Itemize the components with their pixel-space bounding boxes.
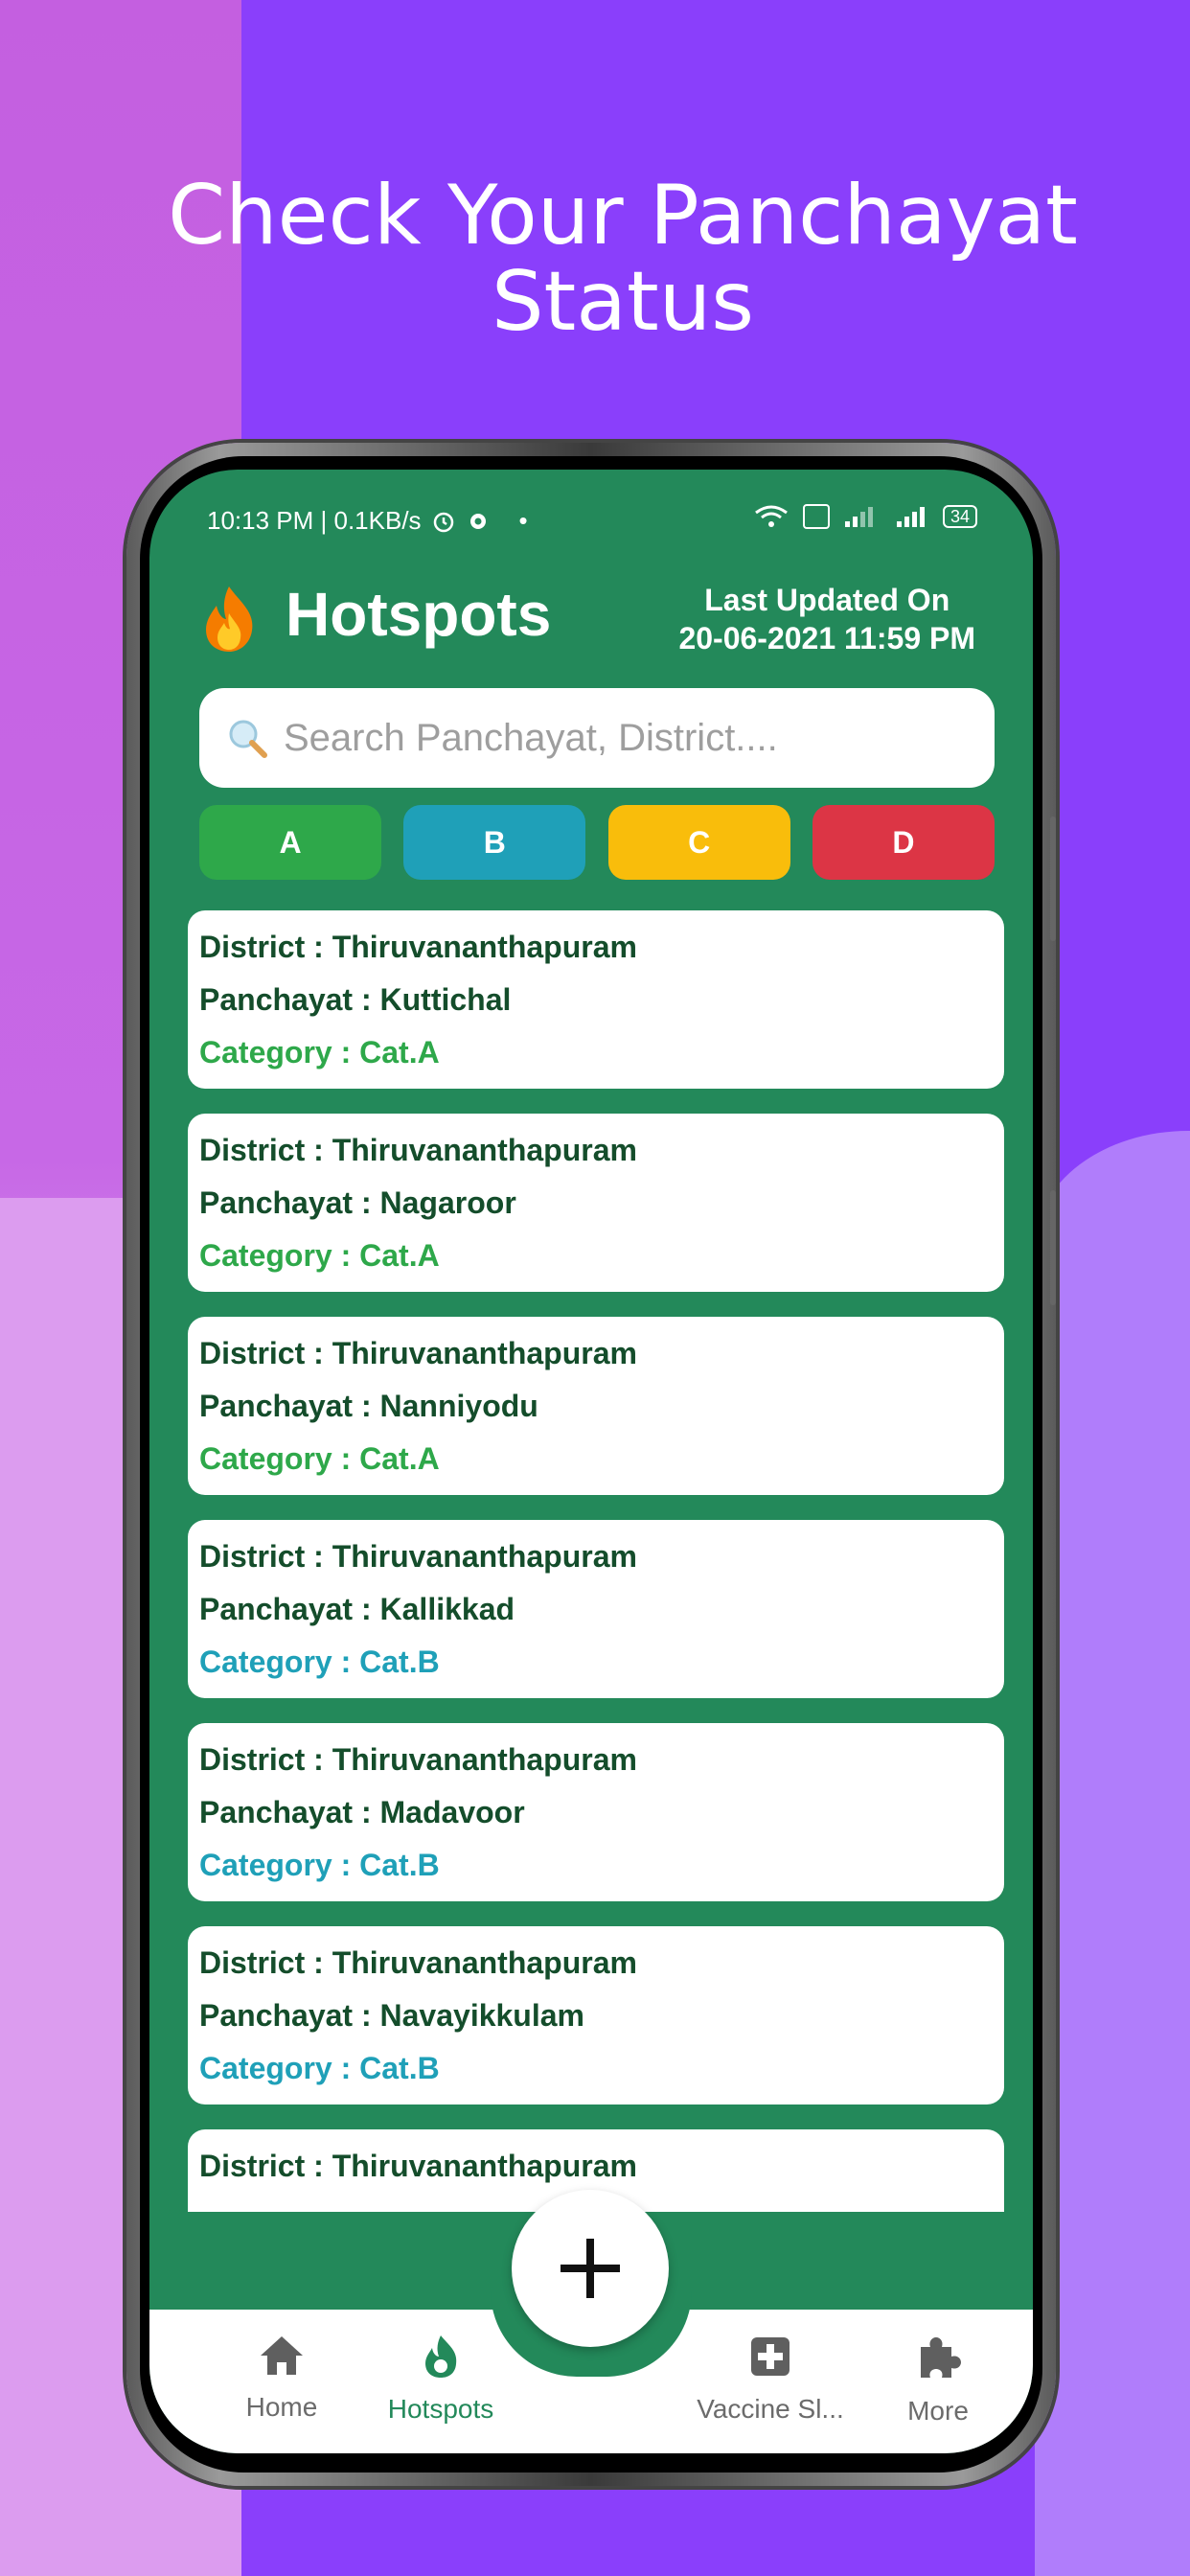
dot-icon: • bbox=[518, 506, 528, 535]
promo-headline-line2: Status bbox=[491, 254, 755, 350]
panchayat-text: Panchayat : Nagaroor bbox=[199, 1185, 516, 1220]
district-text: District : Thiruvananthapuram bbox=[199, 1133, 637, 1167]
nav-hotspots-label: Hotspots bbox=[387, 2394, 494, 2424]
search-icon bbox=[229, 720, 267, 758]
gear-icon bbox=[469, 513, 486, 529]
district-text: District : Thiruvananthapuram bbox=[199, 1945, 637, 1980]
search-bar[interactable] bbox=[199, 688, 995, 788]
category-c-button[interactable]: C bbox=[607, 805, 790, 880]
home-icon bbox=[261, 2336, 303, 2375]
category-text: Category : Cat.B bbox=[199, 2051, 440, 2085]
nav-hotspots[interactable]: Hotspots bbox=[364, 2334, 517, 2425]
list-item[interactable]: District : Thiruvananthapuram Panchayat … bbox=[188, 1723, 1004, 1901]
alarm-icon bbox=[433, 512, 453, 532]
category-a-button[interactable]: A bbox=[199, 805, 381, 880]
volte-icon bbox=[802, 504, 830, 529]
signal-icon bbox=[896, 507, 925, 527]
flame-icon bbox=[206, 586, 253, 652]
app-header: Hotspots Last Updated On 20-06-2021 11:5… bbox=[149, 558, 1033, 663]
panchayat-text: Panchayat : Kallikkad bbox=[199, 1592, 515, 1626]
category-text: Category : Cat.A bbox=[199, 1035, 440, 1070]
hotspot-list[interactable]: District : Thiruvananthapuram Panchayat … bbox=[188, 910, 1004, 2212]
battery-icon: 34 bbox=[942, 505, 977, 528]
category-text: Category : Cat.B bbox=[199, 1848, 440, 1882]
category-text: Category : Cat.A bbox=[199, 1238, 440, 1273]
district-text: District : Thiruvananthapuram bbox=[199, 930, 637, 964]
list-item[interactable]: District : Thiruvananthapuram Panchayat … bbox=[188, 1520, 1004, 1698]
category-b-button[interactable]: B bbox=[403, 805, 586, 880]
status-right: 34 bbox=[753, 504, 977, 529]
promo-headline: Check Your Panchayat Status bbox=[0, 172, 1190, 345]
list-item[interactable]: District : Thiruvananthapuram Panchayat … bbox=[188, 1317, 1004, 1495]
category-d-button[interactable]: D bbox=[812, 805, 995, 880]
phone-side-button bbox=[1050, 816, 1056, 941]
nav-home-label: Home bbox=[245, 2392, 318, 2422]
category-filter: A B C D bbox=[199, 805, 995, 880]
status-left: 10:13 PM | 0.1KB/s • bbox=[207, 506, 528, 536]
puzzle-icon bbox=[921, 2337, 961, 2378]
last-updated-label: Last Updated On bbox=[704, 583, 950, 617]
last-updated-value: 20-06-2021 11:59 PM bbox=[678, 621, 975, 656]
nav-more-label: More bbox=[907, 2396, 969, 2426]
signal-icon bbox=[844, 507, 873, 527]
nav-vaccine-label: Vaccine Sl... bbox=[697, 2394, 844, 2424]
add-button[interactable] bbox=[512, 2190, 669, 2347]
district-text: District : Thiruvananthapuram bbox=[199, 2149, 637, 2183]
phone-frame: 10:13 PM | 0.1KB/s • 34 Hotspots Last Up… bbox=[126, 443, 1056, 2486]
app-screen: 10:13 PM | 0.1KB/s • 34 Hotspots Last Up… bbox=[149, 470, 1033, 2453]
panchayat-text: Panchayat : Kuttichal bbox=[199, 982, 512, 1017]
status-time-network: 10:13 PM | 0.1KB/s bbox=[207, 506, 422, 535]
list-item[interactable]: District : Thiruvananthapuram Panchayat … bbox=[188, 910, 1004, 1089]
district-text: District : Thiruvananthapuram bbox=[199, 1539, 637, 1574]
district-text: District : Thiruvananthapuram bbox=[199, 1336, 637, 1370]
panchayat-text: Panchayat : Navayikkulam bbox=[199, 1998, 584, 2033]
list-item[interactable]: District : Thiruvananthapuram Panchayat … bbox=[188, 1114, 1004, 1292]
nav-home[interactable]: Home bbox=[224, 2334, 339, 2423]
background-lilac-wave-right bbox=[1035, 1131, 1190, 2576]
list-item[interactable]: District : Thiruvananthapuram Panchayat … bbox=[188, 1926, 1004, 2104]
promo-headline-line1: Check Your Panchayat bbox=[168, 168, 1078, 264]
hotspot-icon bbox=[425, 2335, 457, 2378]
page-title: Hotspots bbox=[286, 580, 552, 649]
panchayat-text: Panchayat : Madavoor bbox=[199, 1795, 525, 1829]
last-updated: Last Updated On 20-06-2021 11:59 PM bbox=[678, 581, 975, 657]
district-text: District : Thiruvananthapuram bbox=[199, 1742, 637, 1777]
wifi-icon bbox=[755, 505, 788, 527]
category-text: Category : Cat.A bbox=[199, 1441, 440, 1476]
medical-cross-icon bbox=[751, 2337, 790, 2376]
category-text: Category : Cat.B bbox=[199, 1644, 440, 1679]
phone-side-button bbox=[1050, 1190, 1056, 1305]
status-bar: 10:13 PM | 0.1KB/s • 34 bbox=[149, 470, 1033, 546]
nav-more[interactable]: More bbox=[885, 2334, 991, 2426]
plus-icon bbox=[561, 2239, 620, 2298]
nav-vaccine[interactable]: Vaccine Sl... bbox=[675, 2334, 866, 2425]
panchayat-text: Panchayat : Nanniyodu bbox=[199, 1389, 538, 1423]
search-input[interactable] bbox=[282, 715, 956, 761]
